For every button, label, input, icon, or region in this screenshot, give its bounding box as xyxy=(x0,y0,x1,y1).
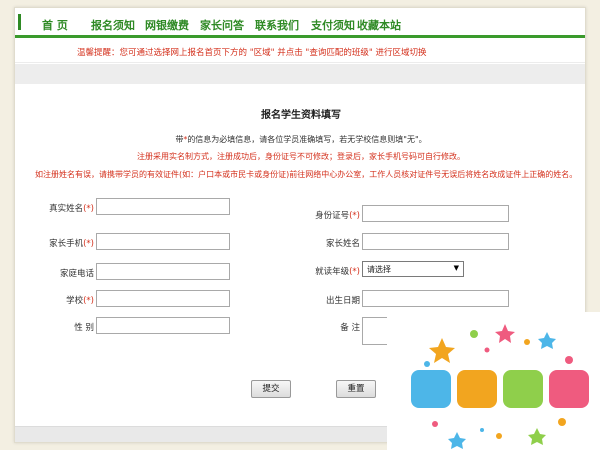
header-divider-band xyxy=(15,64,585,84)
parent-name-label: 家长姓名 xyxy=(325,239,360,249)
gender-input[interactable] xyxy=(96,317,230,334)
school-input[interactable] xyxy=(96,290,230,307)
parent-phone-label-text: 家长手机 xyxy=(49,239,84,249)
real-name-input[interactable] xyxy=(96,198,230,215)
nav-accent-bar xyxy=(18,13,21,30)
id-number-label: 身份证号(*) xyxy=(270,209,360,221)
required-marker: (*) xyxy=(83,204,94,214)
notice-bar: 温馨提醒：您可通过选择网上报名首页下方的 "区域" 并点击 "查询匹配的班级" … xyxy=(15,41,585,63)
birth-date-label: 出生日期 xyxy=(325,296,360,306)
birth-date-input[interactable] xyxy=(362,290,509,307)
home-phone-label: 家庭电话 xyxy=(59,269,94,279)
notice-text: 温馨提醒：您可通过选择网上报名首页下方的 "区域" 并点击 "查询匹配的班级" … xyxy=(77,48,427,58)
grade-select[interactable]: 请选择 ▼ xyxy=(362,261,464,277)
nav-item-payment-notes[interactable]: 支付须知 xyxy=(311,17,355,33)
submit-button[interactable]: 提交 xyxy=(251,380,291,398)
logo-graphic xyxy=(411,324,589,449)
required-marker: (*) xyxy=(83,296,94,306)
logo-tiles xyxy=(411,370,589,408)
grade-label-text: 就读年级 xyxy=(315,267,350,277)
notes-label: 备 注 xyxy=(340,323,360,333)
watermark-logo xyxy=(387,312,600,450)
school-label: 学校(*) xyxy=(15,294,94,306)
parent-phone-label: 家长手机(*) xyxy=(15,237,94,249)
id-number-input[interactable] xyxy=(362,205,509,222)
instruction-body: 的信息为必填信息，请各位学员准确填写，若无学校信息则填"无"。 xyxy=(187,135,427,144)
required-fields-instruction: 带*的信息为必填信息，请各位学员准确填写，若无学校信息则填"无"。 xyxy=(15,134,585,145)
dropdown-arrow-icon: ▼ xyxy=(453,264,459,272)
parent-name-input[interactable] xyxy=(362,233,509,250)
parent-phone-input[interactable] xyxy=(96,233,230,250)
top-navigation-bar: 首 页 报名须知 网银缴费 家长问答 联系我们 支付须知 收藏本站 xyxy=(15,8,585,38)
reset-button[interactable]: 重置 xyxy=(336,380,376,398)
gender-label: 性 别 xyxy=(74,323,94,333)
home-phone-input[interactable] xyxy=(96,263,230,280)
real-name-label: 真实姓名(*) xyxy=(15,202,94,214)
grade-select-value: 请选择 xyxy=(367,265,391,274)
required-marker: (*) xyxy=(349,211,360,221)
nav-item-registration-notes[interactable]: 报名须知 xyxy=(91,17,135,33)
school-label-text: 学校 xyxy=(66,296,84,306)
grade-label: 就读年级(*) xyxy=(270,265,360,277)
nav-item-online-payment[interactable]: 网银缴费 xyxy=(145,17,189,33)
name-correction-instruction: 如注册姓名有误，请携带学员的有效证件(如：户口本或市民卡或身份证)前往网络中心办… xyxy=(35,170,578,179)
required-marker: (*) xyxy=(83,239,94,249)
nav-item-contact-us[interactable]: 联系我们 xyxy=(255,17,299,33)
form-title: 报名学生资料填写 xyxy=(261,110,341,121)
real-name-instruction: 注册采用实名制方式，注册成功后，身份证号不可修改；登录后，家长手机号码可自行修改… xyxy=(137,152,465,161)
id-number-label-text: 身份证号 xyxy=(315,211,350,221)
real-name-label-text: 真实姓名 xyxy=(49,204,84,214)
nav-item-parent-qa[interactable]: 家长问答 xyxy=(200,17,244,33)
nav-item-bookmark-site[interactable]: 收藏本站 xyxy=(357,17,401,33)
nav-item-home[interactable]: 首 页 xyxy=(42,17,68,33)
required-marker: (*) xyxy=(349,267,360,277)
